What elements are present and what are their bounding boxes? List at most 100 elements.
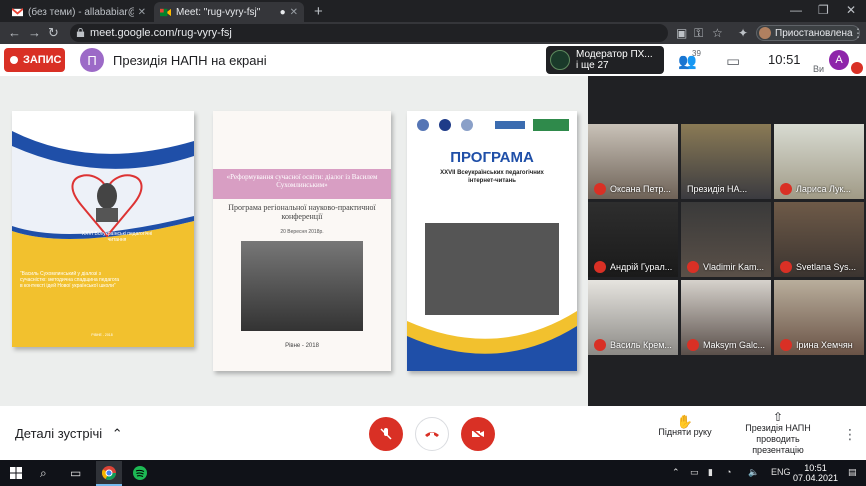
notifications-icon[interactable]: ▤ [848, 467, 857, 478]
close-tab-icon[interactable]: ✕ [138, 7, 146, 18]
book2-year: Рівне - 2018 [285, 343, 319, 349]
address-bar: ← → ↻ meet.google.com/rug-vyry-fsj ▣ ⚿ ☆… [0, 22, 866, 44]
book2-photo [241, 241, 363, 331]
forward-icon[interactable]: → [28, 25, 41, 40]
system-time: 10:51 [804, 463, 827, 473]
meeting-details-label: Деталі зустрічі [15, 426, 103, 441]
extensions-icon[interactable]: ✦ [738, 26, 748, 40]
windows-start-icon[interactable] [10, 467, 22, 479]
mic-off-icon [594, 261, 606, 273]
present-screen-icon: ⇧ [772, 410, 784, 424]
book1-year: РІВНЕ - 2018 [91, 333, 113, 337]
mic-off-icon [594, 183, 606, 195]
volume-icon[interactable]: 🔈 [748, 467, 759, 478]
key-icon[interactable]: ⚿ [694, 26, 703, 41]
network-icon[interactable]: ◔ [726, 467, 731, 477]
book2-subtitle: Програма регіональної науково-практичної… [228, 203, 376, 221]
presenter-avatar: П [80, 48, 104, 72]
participants-grid: Оксана Петр... Президія НА... Лариса Лук… [588, 124, 866, 356]
participant-name: Андрій Гурал... [610, 262, 673, 272]
book2-title: «Реформування сучасної освіти: діалог із… [226, 173, 378, 189]
participant-name: Maksym Galc... [703, 340, 766, 350]
camera-blocked-icon[interactable]: ▣ [676, 26, 687, 40]
participant-tile[interactable]: Vladimir Kam... [681, 202, 771, 277]
close-window-icon[interactable]: ✕ [846, 3, 856, 17]
record-label: ЗАПИС [23, 54, 62, 66]
url-text: meet.google.com/rug-vyry-fsj [90, 27, 232, 39]
chevron-up-icon[interactable]: ⌃ [672, 467, 680, 478]
reload-icon[interactable]: ↻ [48, 25, 59, 41]
url-field[interactable]: meet.google.com/rug-vyry-fsj [70, 24, 668, 42]
more-options-icon[interactable]: ⋮ [843, 426, 857, 443]
tab-meet[interactable]: Meet: "rug-vyry-fsj" ● ✕ [154, 2, 304, 22]
participant-tile[interactable]: Лариса Лук... [774, 124, 864, 199]
tab-gmail[interactable]: (без теми) - allababiar@gmail.co ✕ [6, 2, 152, 22]
participant-name: Оксана Петр... [610, 184, 671, 194]
gmail-icon [12, 7, 23, 16]
browser-menu-icon[interactable]: ⋮ [852, 26, 864, 40]
mic-off-icon [380, 428, 392, 440]
active-speaker-chip[interactable]: Модератор ПХ... і ще 27 [546, 46, 664, 74]
raise-hand-label: Підняти руку [658, 427, 712, 437]
language-indicator[interactable]: ENG [771, 467, 791, 477]
chat-icon[interactable]: ▭ [726, 52, 740, 70]
taskbar-chrome[interactable] [96, 461, 122, 486]
moderator-name: Модератор ПХ... [576, 49, 653, 60]
participant-tile[interactable]: Василь Крем... [588, 280, 678, 355]
participants-count: 39 [692, 49, 701, 58]
presenting-button[interactable]: ⇧ Президія НАПН проводить презентацію [733, 410, 823, 456]
tab-title: Meet: "rug-vyry-fsj" [176, 6, 261, 18]
participant-tile[interactable]: Svetlana Sys... [774, 202, 864, 277]
spotify-icon[interactable] [133, 466, 147, 480]
mic-off-icon [780, 339, 792, 351]
minimize-icon[interactable]: — [790, 3, 802, 17]
profile-button[interactable]: Приостановлена [756, 25, 860, 41]
participant-tile[interactable]: Андрій Гурал... [588, 202, 678, 277]
participant-tile[interactable]: Ірина Хемчян [774, 280, 864, 355]
star-icon[interactable]: ☆ [712, 26, 723, 40]
recording-badge[interactable]: ЗАПИС [4, 48, 65, 72]
battery-icon[interactable]: ▮ [708, 467, 713, 478]
participant-name: Vladimir Kam... [703, 262, 765, 272]
profile-avatar [759, 27, 771, 39]
close-tab-icon[interactable]: ✕ [290, 7, 298, 18]
chrome-icon [102, 466, 116, 480]
system-date: 07.04.2021 [793, 473, 839, 483]
chevron-up-icon: ⌃ [111, 426, 123, 441]
book3-title: ПРОГРАМА [450, 149, 534, 166]
display-icon[interactable]: ▭ [690, 467, 699, 478]
book-cover-1: XXVI Всеукраїнські педагогічні читання “… [12, 111, 194, 347]
book2-date: 20 Вересня 2018р. [280, 229, 324, 235]
participant-name: Василь Крем... [610, 340, 672, 350]
leave-call-button[interactable] [415, 417, 449, 451]
camera-toggle-button[interactable] [461, 417, 495, 451]
new-tab-button[interactable]: + [314, 3, 323, 20]
participant-tile[interactable]: Maksym Galc... [681, 280, 771, 355]
profile-label: Приостановлена [775, 27, 853, 39]
presentation-title: Президія НАПН на екрані [113, 53, 267, 68]
camera-off-icon [471, 428, 485, 440]
back-icon[interactable]: ← [8, 25, 21, 40]
book-cover-2: «Реформування сучасної освіти: діалог із… [213, 111, 391, 371]
moderator-avatar [550, 50, 570, 70]
system-clock[interactable]: 10:51 07.04.2021 [793, 463, 838, 483]
participant-tile[interactable]: Оксана Петр... [588, 124, 678, 199]
meeting-controls-bar: Деталі зустрічі ⌃ ✋ Підняти руку ⇧ Прези… [0, 406, 866, 460]
raise-hand-button[interactable]: ✋ Підняти руку [650, 414, 720, 438]
windows-taskbar: ⌕ ▭ ⌃ ▭ ▮ ◔ 🔈 ENG 10:51 07.04.2021 ▤ [0, 460, 866, 486]
hang-up-icon [425, 432, 439, 437]
mic-toggle-button[interactable] [369, 417, 403, 451]
browser-tab-strip: (без теми) - allababiar@gmail.co ✕ Meet:… [0, 0, 866, 22]
lock-icon[interactable] [76, 28, 85, 37]
self-label: Ви [813, 64, 825, 74]
participant-name: Лариса Лук... [796, 184, 851, 194]
maximize-icon[interactable]: ❐ [818, 3, 829, 17]
hand-icon: ✋ [676, 414, 694, 429]
search-icon[interactable]: ⌕ [40, 466, 47, 481]
mic-off-icon [687, 261, 699, 273]
mic-off-icon [687, 339, 699, 351]
book1-text: “Василь Сухомлинський у діалозі з сучасн… [20, 271, 120, 289]
task-view-icon[interactable]: ▭ [70, 466, 81, 480]
participant-tile[interactable]: Президія НА... [681, 124, 771, 199]
meeting-details-button[interactable]: Деталі зустрічі ⌃ [15, 426, 123, 442]
